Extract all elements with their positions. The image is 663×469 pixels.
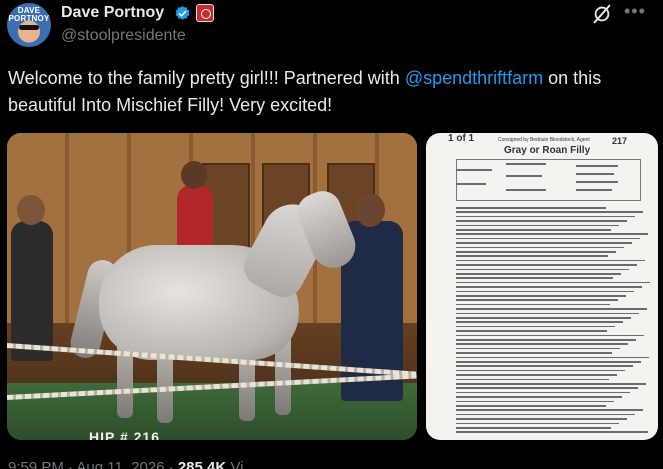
catalog-text-line	[456, 317, 631, 319]
catalog-text-line	[456, 242, 632, 244]
catalog-text-line	[456, 352, 612, 354]
pedigree-line	[576, 181, 618, 183]
catalog-hip-number: 217	[612, 136, 628, 146]
verified-badge-icon	[175, 6, 190, 20]
catalog-text-line	[456, 431, 648, 433]
catalog-text-line	[456, 400, 614, 403]
catalog-text-line	[456, 383, 646, 385]
catalog-text-line	[456, 361, 641, 363]
catalog-text-line	[456, 207, 606, 209]
media-photo[interactable]: HIP # 216	[7, 133, 417, 440]
catalog-text-line	[456, 286, 642, 288]
catalog-text-line	[456, 339, 636, 341]
tweet-text-part-1: Welcome to the family pretty girl!!! Par…	[8, 68, 405, 88]
catalog-text-line	[456, 211, 643, 213]
catalog-text-line	[456, 251, 616, 253]
person-left-head	[17, 195, 45, 225]
pedigree-line	[506, 163, 546, 165]
grok-icon[interactable]	[591, 3, 613, 25]
catalog-text-line	[456, 308, 647, 310]
catalog-text-line	[456, 356, 649, 359]
tweet-timestamp[interactable]: 9:59 PM · Aug 11, 2026 · 285.4K Vi	[8, 459, 243, 469]
catalog-text-line	[456, 391, 630, 394]
catalog-text-line	[456, 396, 622, 398]
catalog-text-line	[456, 246, 624, 249]
catalog-text-line	[456, 387, 638, 389]
person-red-head	[181, 161, 207, 189]
catalog-text-line	[456, 374, 617, 376]
catalog-consignor: Consigned by Bedouin Bloodstock, Agent	[498, 137, 590, 143]
catalog-text-line	[456, 273, 621, 275]
pedigree-line	[506, 175, 542, 177]
catalog-text-line	[456, 378, 609, 381]
person-left	[11, 221, 53, 361]
catalog-text-line	[456, 409, 643, 411]
catalog-text-line	[456, 369, 625, 372]
view-count: 285.4K	[177, 459, 227, 469]
avatar[interactable]: DAVE PORTNOY	[7, 3, 51, 47]
catalog-text-line	[456, 427, 611, 429]
pedigree-line	[456, 169, 492, 171]
catalog-text-line	[456, 365, 633, 367]
more-icon[interactable]: •••	[624, 1, 646, 22]
catalog-text-line	[456, 255, 608, 257]
author-name[interactable]: Dave Portnoy	[61, 4, 164, 22]
catalog-text-line	[456, 413, 635, 416]
timestamp-text[interactable]: 9:59 PM · Aug 11, 2026 ·	[8, 459, 174, 469]
catalog-text-line	[456, 321, 623, 323]
catalog-text-line	[456, 215, 635, 218]
affiliate-badge-icon[interactable]	[196, 4, 214, 22]
catalog-text-line	[456, 281, 650, 284]
catalog-text-line	[456, 290, 634, 293]
media-catalog-page[interactable]: 1 of 1 Consigned by Bedouin Bloodstock, …	[426, 133, 658, 440]
catalog-text-line	[456, 229, 611, 231]
catalog-text-line	[456, 325, 615, 328]
catalog-text-line	[456, 405, 606, 407]
catalog-text-line	[456, 312, 639, 315]
mention-link[interactable]: @spendthriftfarm	[405, 68, 543, 88]
catalog-text-line	[456, 330, 607, 332]
catalog-text-line	[456, 259, 645, 262]
catalog-text-line	[456, 233, 648, 235]
pedigree-line	[576, 189, 612, 191]
catalog-text-line	[456, 220, 627, 222]
catalog-text-line	[456, 422, 619, 425]
avatar-glasses	[19, 25, 39, 30]
pedigree-line	[456, 183, 486, 185]
catalog-text-line	[456, 277, 613, 279]
catalog-text-line	[456, 418, 627, 420]
catalog-text-line	[456, 268, 629, 271]
avatar-text: DAVE PORTNOY	[8, 6, 50, 23]
tweet-text: Welcome to the family pretty girl!!! Par…	[8, 65, 658, 119]
catalog-text-line	[456, 224, 619, 227]
views-label: Vi	[230, 459, 244, 469]
pedigree-line	[576, 173, 614, 175]
catalog-lot: 1 of 1	[448, 133, 475, 144]
catalog-title: Gray or Roan Filly	[504, 145, 591, 156]
pedigree-line	[576, 165, 618, 167]
catalog-text-line	[456, 264, 637, 266]
person-handler-head	[355, 193, 385, 227]
pedigree-line	[506, 189, 546, 191]
author-handle[interactable]: @stoolpresidente	[61, 27, 186, 45]
hip-number-caption: HIP # 216	[89, 429, 161, 440]
catalog-text-line	[456, 299, 618, 301]
catalog-text-line	[456, 347, 620, 350]
catalog-text-line	[456, 295, 626, 297]
catalog-text-line	[456, 237, 640, 240]
catalog-text-line	[456, 303, 610, 306]
catalog-text-line	[456, 334, 644, 337]
catalog-text-line	[456, 343, 628, 345]
